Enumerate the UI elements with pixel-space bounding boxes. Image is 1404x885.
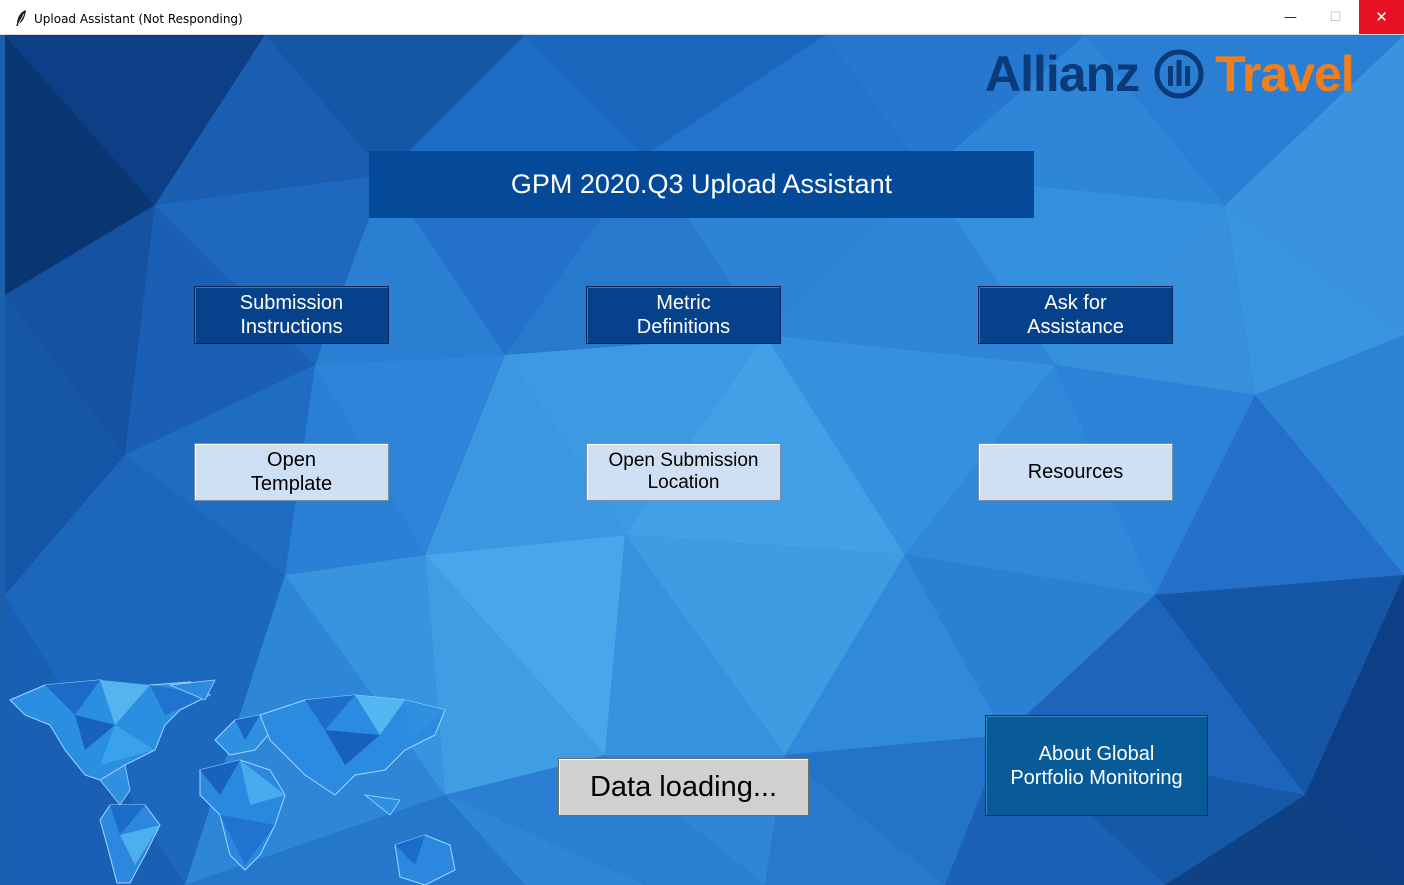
window-title: Upload Assistant (Not Responding) [34, 12, 243, 26]
resources-button[interactable]: Resources [978, 443, 1173, 501]
allianz-eagle-icon [1154, 49, 1204, 99]
maximize-button[interactable]: ☐ [1313, 0, 1358, 34]
app-client-area: Allianz Travel GPM 2020.Q3 Upload Assist… [5, 35, 1404, 885]
logo-product-text: Travel [1215, 46, 1355, 102]
logo-brand-text: Allianz [985, 46, 1140, 102]
world-map-graphic [9, 679, 456, 885]
feather-icon [16, 10, 26, 26]
window-title-bar[interactable]: Upload Assistant (Not Responding) — ☐ ✕ [0, 0, 1404, 35]
submission-instructions-button[interactable]: Submission Instructions [194, 286, 389, 344]
page-title: GPM 2020.Q3 Upload Assistant [369, 151, 1034, 218]
allianz-travel-logo: Allianz Travel [985, 43, 1355, 105]
close-button[interactable]: ✕ [1359, 0, 1404, 34]
minimize-button[interactable]: — [1268, 0, 1313, 34]
open-template-button[interactable]: Open Template [194, 443, 389, 501]
data-loading-button[interactable]: Data loading... [558, 758, 809, 816]
metric-definitions-button[interactable]: Metric Definitions [586, 286, 781, 344]
about-gpm-button[interactable]: About Global Portfolio Monitoring [985, 715, 1208, 816]
open-submission-location-button[interactable]: Open Submission Location [586, 443, 781, 501]
ask-for-assistance-button[interactable]: Ask for Assistance [978, 286, 1173, 344]
